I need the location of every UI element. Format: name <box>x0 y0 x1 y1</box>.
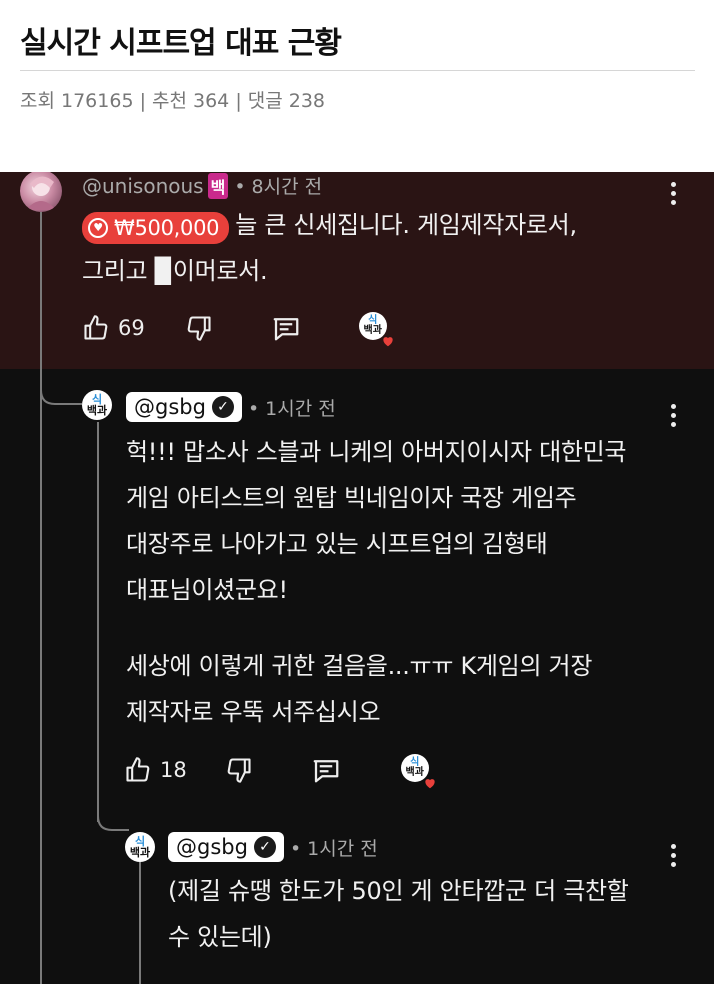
comment-line: 수 있는데) <box>168 923 272 951</box>
avatar[interactable] <box>20 172 62 212</box>
thumbs-down-icon <box>187 316 211 341</box>
avatar[interactable]: 식 백과 <box>125 832 155 862</box>
more-options-icon[interactable] <box>671 404 677 431</box>
timestamp: • 1시간 전 <box>289 837 378 860</box>
dislike-button[interactable] <box>185 314 213 342</box>
thumbs-up-icon <box>84 315 108 340</box>
creator-heart: 식 백과 <box>400 754 435 789</box>
like-button[interactable]: 18 <box>124 756 187 784</box>
username: @gsbg <box>176 835 248 859</box>
heart-icon <box>383 337 393 347</box>
verified-check-icon: ✓ <box>253 836 276 858</box>
like-count: 69 <box>118 316 145 340</box>
page-title: 실시간 시프트업 대표 근황 <box>20 26 342 61</box>
verified-check-icon: ✓ <box>211 396 234 418</box>
comment-line: 헉!!! 맙소사 스블과 니케의 아버지이시자 대한민국 <box>126 438 627 466</box>
comment-actions: 18 식 백과 <box>124 754 435 789</box>
timestamp: • 8시간 전 <box>234 176 323 198</box>
avatar[interactable]: 식 백과 <box>82 390 112 420</box>
reply-button[interactable] <box>271 313 301 343</box>
reply-button[interactable] <box>311 755 341 785</box>
comment-line: 게임 아티스트의 원탑 빅네임이자 국장 게임주 <box>126 484 577 512</box>
creator-heart: 식 백과 <box>358 312 393 347</box>
comment-line: (제길 슈땡 한도가 50인 게 안타깝군 더 극찬할 <box>168 877 629 905</box>
comment-line: 대장주로 나아가고 있는 시프트업의 김형태 <box>126 530 548 558</box>
comment-line: 세상에 이렇게 귀한 걸음을...ㅠㅠ K게임의 거장 <box>126 652 593 680</box>
like-button[interactable]: 69 <box>82 314 145 342</box>
comment-header: @gsbg ✓ • 1시간 전 <box>126 392 336 422</box>
username[interactable]: @unisonous <box>82 174 204 198</box>
dislike-button[interactable] <box>225 756 253 784</box>
avatar-art-icon <box>26 176 56 210</box>
post-header: 실시간 시프트업 대표 근황 조회 176165 | 추천 364 | 댓글 2… <box>0 0 714 172</box>
comment-icon <box>273 318 299 341</box>
post-meta: 조회 176165 | 추천 364 | 댓글 238 <box>20 90 326 112</box>
comment-screenshot: @unisonous 백 • 8시간 전 ♥ ₩500,000 늘 큰 신세집니다.… <box>0 172 714 984</box>
heart-money-icon: ♥ <box>88 218 108 238</box>
thumbs-up-icon <box>126 757 150 782</box>
username: @gsbg <box>134 395 206 419</box>
more-options-icon[interactable] <box>671 182 677 209</box>
username-chip[interactable]: @gsbg ✓ <box>126 392 242 422</box>
username-chip[interactable]: @gsbg ✓ <box>168 832 284 862</box>
thread-line <box>139 862 141 984</box>
more-options-icon[interactable] <box>671 844 677 871</box>
comment-icon <box>313 760 339 783</box>
comment-actions: 69 식 백과 <box>82 312 393 347</box>
thread-line <box>40 212 42 984</box>
thumbs-down-icon <box>227 758 251 783</box>
thread-line <box>97 422 99 822</box>
comment-header: @unisonous 백 • 8시간 전 <box>82 172 322 199</box>
comment-header: @gsbg ✓ • 1시간 전 <box>168 832 378 862</box>
comment-text: ♥ ₩500,000 늘 큰 신세집니다. 게임제작자로서, 그리고 ▉이머로서. <box>82 211 577 285</box>
super-thanks-chip: ♥ ₩500,000 <box>82 212 230 244</box>
member-badge: 백 <box>207 172 229 199</box>
comment-line: 제작자로 우뚝 서주십시오 <box>126 698 381 726</box>
heart-icon <box>425 779 435 789</box>
comment-line: 대표님이셨군요! <box>126 576 288 604</box>
divider <box>20 70 695 71</box>
timestamp: • 1시간 전 <box>247 397 336 420</box>
like-count: 18 <box>160 758 187 782</box>
